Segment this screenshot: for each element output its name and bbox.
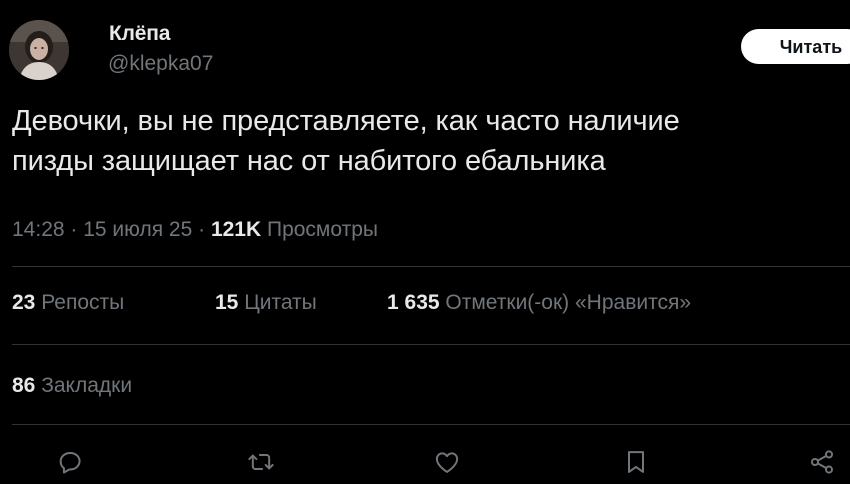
author-handle[interactable]: @klepka07 [108, 52, 213, 76]
follow-button[interactable]: Читать [741, 29, 850, 64]
bookmarks-label: Закладки [35, 374, 133, 397]
views-count[interactable]: 121K [211, 218, 261, 241]
reposts-count: 23 [12, 291, 36, 314]
like-icon [435, 452, 459, 473]
divider [12, 266, 850, 267]
like-button[interactable] [433, 448, 461, 476]
bookmarks-count: 86 [12, 374, 36, 397]
likes-count: 1 635 [387, 291, 440, 314]
quotes-count: 15 [215, 291, 239, 314]
views-label[interactable]: Просмотры [261, 218, 378, 241]
meta-separator: · [64, 218, 84, 241]
likes-stat[interactable]: 1 635 Отметки(-ок) «Нравится» [387, 291, 691, 315]
reposts-stat[interactable]: 23 Репосты [12, 291, 124, 315]
tweet-meta: 14:28 · 15 июля 25 · 121K Просмотры [12, 218, 378, 242]
share-icon [810, 450, 834, 474]
bookmark-icon [628, 451, 644, 473]
avatar[interactable] [9, 20, 69, 80]
tweet-text: Девочки, вы не представляете, как часто … [12, 105, 680, 177]
tweet-date[interactable]: 15 июля 25 [83, 218, 192, 241]
quotes-label: Цитаты [238, 291, 317, 314]
meta-separator: · [192, 218, 211, 241]
avatar-image [9, 20, 69, 80]
divider [12, 344, 850, 345]
bookmark-button[interactable] [622, 448, 650, 476]
likes-label: Отметки(-ок) «Нравится» [439, 291, 692, 314]
reply-icon [59, 452, 81, 474]
tweet-time[interactable]: 14:28 [12, 218, 65, 241]
share-button[interactable] [808, 448, 836, 476]
author-display-name[interactable]: Клёпа [109, 22, 170, 46]
repost-icon [248, 454, 274, 470]
quotes-stat[interactable]: 15 Цитаты [215, 291, 317, 315]
divider [12, 424, 850, 425]
reposts-label: Репосты [35, 291, 125, 314]
bookmarks-stat[interactable]: 86 Закладки [12, 374, 132, 398]
repost-button[interactable] [247, 448, 275, 476]
reply-button[interactable] [56, 448, 84, 476]
